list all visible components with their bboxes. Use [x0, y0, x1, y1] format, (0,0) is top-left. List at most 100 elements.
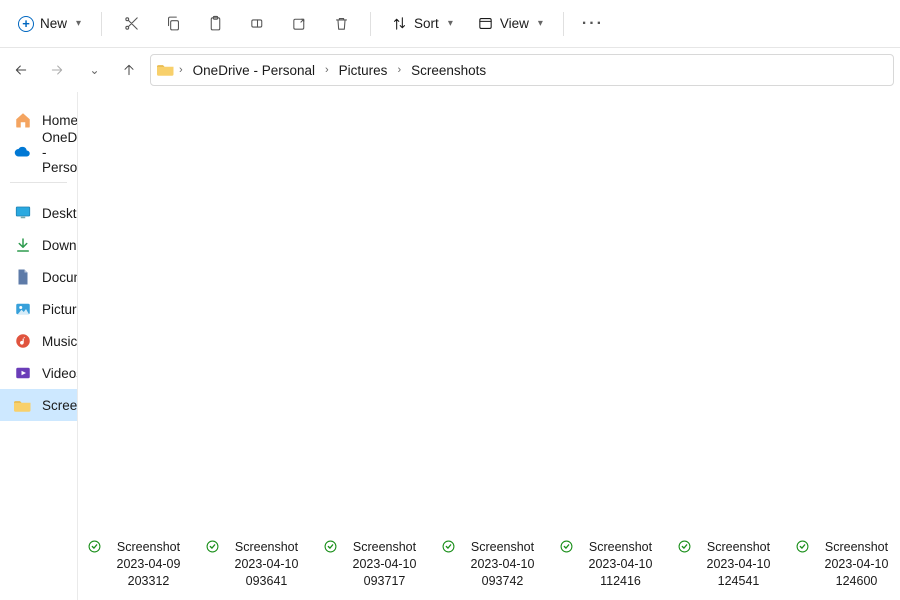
- breadcrumb-segment[interactable]: OneDrive - Personal: [187, 59, 321, 82]
- sidebar-group-quick: Desktop Downloads Documents Pictures Music Vi…: [0, 191, 77, 427]
- trash-icon: [333, 15, 350, 32]
- sync-check-icon: [678, 540, 691, 558]
- sort-button-label: Sort: [414, 16, 439, 31]
- sync-check-icon: [206, 540, 219, 558]
- file-caption: Screenshot 2023-04-10 093717: [324, 539, 428, 590]
- sidebar-item-label: Music: [42, 334, 77, 349]
- file-name: Screenshot 2023-04-09 203312: [105, 539, 192, 590]
- arrow-up-icon: [121, 62, 137, 78]
- sidebar-item-pictures[interactable]: Pictures: [0, 293, 77, 325]
- copy-button[interactable]: [154, 8, 192, 40]
- more-button[interactable]: ···: [574, 8, 612, 40]
- breadcrumb-segment[interactable]: Screenshots: [405, 59, 492, 82]
- documents-icon: [14, 268, 32, 286]
- file-caption: Screenshot 2023-04-09 203312: [88, 539, 192, 590]
- toolbar-separator: [370, 12, 371, 36]
- sidebar-item-label: Pictures: [42, 302, 78, 317]
- sidebar-item-label: Screenshots: [42, 398, 78, 413]
- file-name: Screenshot 2023-04-10 124541: [695, 539, 782, 590]
- file-name: Screenshot 2023-04-10 124600: [813, 539, 900, 590]
- file-item[interactable]: Screenshot 2023-04-10 112416: [560, 539, 664, 590]
- sidebar-item-desktop[interactable]: Desktop: [0, 197, 77, 229]
- rename-button[interactable]: [238, 8, 276, 40]
- file-caption: Screenshot 2023-04-10 124541: [678, 539, 782, 590]
- sidebar-item-label: OneDrive - Persona: [42, 130, 78, 175]
- sidebar: Home OneDrive - Persona Desktop Downloads…: [0, 92, 78, 600]
- file-caption: Screenshot 2023-04-10 112416: [560, 539, 664, 590]
- sidebar-item-videos[interactable]: Videos: [0, 357, 77, 389]
- toolbar-separator: [101, 12, 102, 36]
- nav-row: ⌄ › OneDrive - Personal › Pictures › Scr…: [0, 48, 900, 92]
- scissors-icon: [123, 15, 140, 32]
- home-icon: [14, 111, 32, 129]
- cut-button[interactable]: [112, 8, 150, 40]
- file-caption: Screenshot 2023-04-10 093742: [442, 539, 546, 590]
- rename-icon: [249, 15, 266, 32]
- view-button[interactable]: View ▾: [467, 8, 553, 40]
- sidebar-item-label: Videos: [42, 366, 78, 381]
- sidebar-item-onedrive[interactable]: OneDrive - Persona: [0, 136, 77, 168]
- sidebar-item-music[interactable]: Music: [0, 325, 77, 357]
- breadcrumb[interactable]: › OneDrive - Personal › Pictures › Scree…: [150, 54, 894, 86]
- file-name: Screenshot 2023-04-10 112416: [577, 539, 664, 590]
- file-item[interactable]: Screenshot 2023-04-10 124541: [678, 539, 782, 590]
- sync-check-icon: [796, 540, 809, 558]
- file-grid: Screenshot 2023-04-09 203312 Screenshot 2…: [78, 92, 900, 600]
- arrow-left-icon: [13, 62, 29, 78]
- chevron-right-icon[interactable]: ›: [177, 64, 185, 76]
- sort-icon: [391, 15, 408, 32]
- downloads-icon: [14, 236, 32, 254]
- chevron-right-icon[interactable]: ›: [395, 64, 403, 76]
- file-item[interactable]: Screenshot 2023-04-09 203312: [88, 539, 192, 590]
- new-button[interactable]: + New ▾: [8, 8, 91, 40]
- plus-icon: +: [18, 16, 34, 32]
- back-button[interactable]: [6, 55, 36, 85]
- toolbar: + New ▾ Sort ▾ View ▾ ···: [0, 0, 900, 48]
- music-icon: [14, 332, 32, 350]
- file-name: Screenshot 2023-04-10 093742: [459, 539, 546, 590]
- videos-icon: [14, 364, 32, 382]
- forward-button[interactable]: [42, 55, 72, 85]
- delete-button[interactable]: [322, 8, 360, 40]
- recent-locations-button[interactable]: ⌄: [78, 55, 108, 85]
- sidebar-item-screenshots[interactable]: Screenshots: [0, 389, 77, 421]
- clipboard-icon: [207, 15, 224, 32]
- sidebar-item-label: Documents: [42, 270, 78, 285]
- file-item[interactable]: Screenshot 2023-04-10 093717: [324, 539, 428, 590]
- content-pane[interactable]: Screenshot 2023-04-09 203312 Screenshot 2…: [78, 92, 900, 600]
- view-button-label: View: [500, 16, 529, 31]
- file-item[interactable]: Screenshot 2023-04-10 093641: [206, 539, 310, 590]
- sidebar-item-label: Desktop: [42, 206, 78, 221]
- arrow-right-icon: [49, 62, 65, 78]
- breadcrumb-segment[interactable]: Pictures: [333, 59, 394, 82]
- file-caption: Screenshot 2023-04-10 124600: [796, 539, 900, 590]
- paste-button[interactable]: [196, 8, 234, 40]
- sync-check-icon: [88, 540, 101, 558]
- file-item[interactable]: Screenshot 2023-04-10 093742: [442, 539, 546, 590]
- sidebar-item-downloads[interactable]: Downloads: [0, 229, 77, 261]
- chevron-down-icon: ▾: [76, 18, 81, 29]
- up-button[interactable]: [114, 55, 144, 85]
- sort-button[interactable]: Sort ▾: [381, 8, 463, 40]
- sidebar-item-label: Downloads: [42, 238, 78, 253]
- folder-icon: [157, 62, 175, 79]
- chevron-down-icon: ▾: [448, 18, 453, 29]
- sync-check-icon: [560, 540, 573, 558]
- ellipsis-icon: ···: [582, 15, 604, 33]
- share-button[interactable]: [280, 8, 318, 40]
- share-icon: [291, 15, 308, 32]
- view-icon: [477, 15, 494, 32]
- sidebar-item-documents[interactable]: Documents: [0, 261, 77, 293]
- sidebar-item-label: Home: [42, 113, 78, 128]
- file-name: Screenshot 2023-04-10 093641: [223, 539, 310, 590]
- pictures-icon: [14, 300, 32, 318]
- toolbar-separator: [563, 12, 564, 36]
- chevron-right-icon[interactable]: ›: [323, 64, 331, 76]
- new-button-label: New: [40, 16, 67, 31]
- folder-icon: [14, 398, 32, 412]
- sidebar-separator: [10, 182, 67, 183]
- file-item[interactable]: Screenshot 2023-04-10 124600: [796, 539, 900, 590]
- file-caption: Screenshot 2023-04-10 093641: [206, 539, 310, 590]
- copy-icon: [165, 15, 182, 32]
- sidebar-group-top: Home OneDrive - Persona: [0, 98, 77, 174]
